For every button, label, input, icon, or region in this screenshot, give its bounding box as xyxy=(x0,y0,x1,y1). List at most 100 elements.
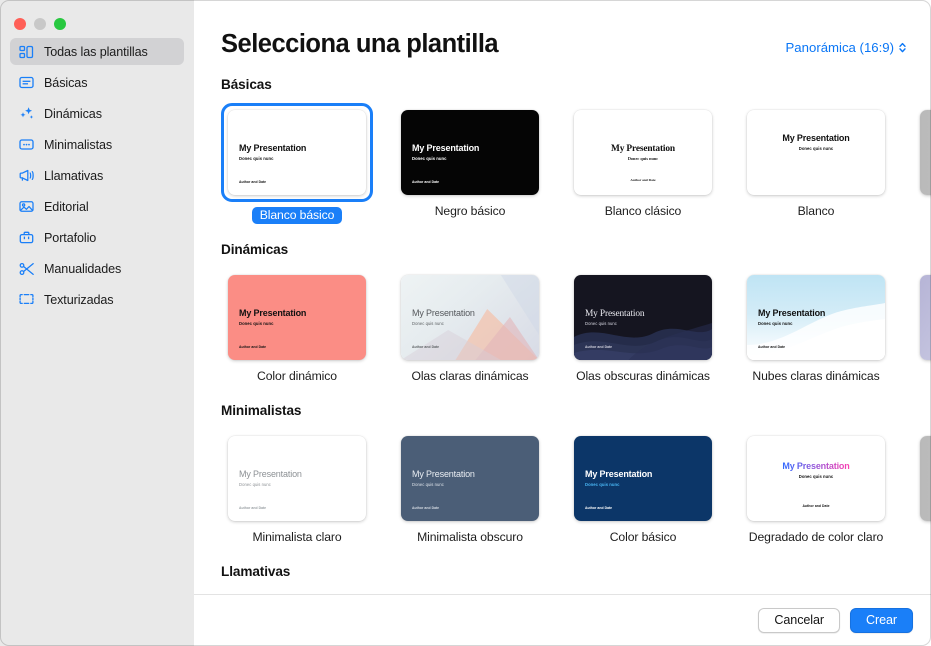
slide-title: My Presentation xyxy=(585,308,645,319)
slide-content: My Presentation Donec quis nunc Author a… xyxy=(401,436,539,521)
template-card-partial[interactable]: My Presentation Donec quis nunc Author a… xyxy=(913,268,931,385)
section-title: Dinámicas xyxy=(221,242,289,257)
template-label-row: Nubes claras dinámicas xyxy=(740,367,892,385)
window-controls xyxy=(0,0,194,36)
template-preview: My Presentation Donec quis nunc Author a… xyxy=(920,275,931,360)
slide-footer: Author and Date xyxy=(802,504,830,508)
sidebar-item-todas-las-plantillas[interactable]: Todas las plantillas xyxy=(10,38,184,65)
template-preview: My Presentation Donec quis nunc Author a… xyxy=(228,110,366,195)
template-label: Olas claras dinámicas xyxy=(411,369,529,383)
template-preview: My Presentation Donec quis nunc Author a… xyxy=(574,110,712,195)
template-chooser-window: Todas las plantillas Básicas Dinámicas M… xyxy=(0,0,931,646)
minimize-window-button[interactable] xyxy=(34,17,46,30)
template-card-olas-claras-dinamicas[interactable]: My Presentation Donec quis nunc Author a… xyxy=(394,268,546,385)
template-label-row: Color dinámico xyxy=(221,367,373,385)
template-preview: My Presentation Donec quis nunc Author a… xyxy=(228,275,366,360)
briefcase-icon xyxy=(18,229,35,246)
chevron-up-down-icon xyxy=(898,41,907,54)
slide-title: My Presentation xyxy=(412,142,480,153)
sidebar-item-manualidades[interactable]: Manualidades xyxy=(10,255,184,282)
template-card-minimalista-claro[interactable]: My Presentation Donec quis nunc Author a… xyxy=(221,429,373,546)
template-label-row: Minimalista obscuro xyxy=(394,528,546,546)
sidebar-item-editorial[interactable]: Editorial xyxy=(10,193,184,220)
template-card-negro-basico[interactable]: My Presentation Donec quis nunc Author a… xyxy=(394,103,546,224)
template-card-color-dinamico[interactable]: My Presentation Donec quis nunc Author a… xyxy=(221,268,373,385)
slide-subtitle: Donec quis nunc xyxy=(585,482,620,488)
slide-content: My Presentation Donec quis nunc Author a… xyxy=(747,275,885,360)
template-label: Color básico xyxy=(609,530,677,544)
template-preview xyxy=(920,436,931,521)
template-label-row: Blanco clásico xyxy=(567,202,719,220)
template-card-olas-obscuras-dinamicas[interactable]: My Presentation Donec quis nunc Author a… xyxy=(567,268,719,385)
close-window-button[interactable] xyxy=(14,17,26,30)
slide-content: My Presentation Donec quis nunc Author a… xyxy=(920,275,931,360)
slide-content: My Presentation Donec quis nunc xyxy=(747,110,885,195)
template-preview: My Presentation Donec quis nunc Author a… xyxy=(574,275,712,360)
sidebar-item-basicas[interactable]: Básicas xyxy=(10,69,184,96)
sidebar-list: Todas las plantillas Básicas Dinámicas M… xyxy=(0,38,194,313)
slide-subtitle: Donec quis nunc xyxy=(798,146,834,152)
template-label-row: Olas obscuras dinámicas xyxy=(567,367,719,385)
slide-content: My Presentation Donec quis nunc Author a… xyxy=(401,110,539,195)
slide-subtitle: Donec quis nunc xyxy=(239,482,271,488)
sidebar-item-llamativas[interactable]: Llamativas xyxy=(10,162,184,189)
template-preview: My Presentation Donec quis nunc Author a… xyxy=(747,436,885,521)
grid-blocks-icon xyxy=(18,43,35,60)
sidebar-item-label: Dinámicas xyxy=(44,106,102,121)
template-thumb-frame: My Presentation Donec quis nunc Author a… xyxy=(913,268,931,367)
template-scroll-area[interactable]: Selecciona una plantilla Panorámica (16:… xyxy=(194,0,931,594)
sidebar-item-minimalistas[interactable]: Minimalistas xyxy=(10,131,184,158)
template-label: Blanco básico xyxy=(251,207,343,224)
template-label: Negro básico xyxy=(434,204,506,218)
template-card-partial[interactable] xyxy=(913,429,931,546)
template-card-nubes-claras-dinamicas[interactable]: My Presentation Donec quis nunc Author a… xyxy=(740,268,892,385)
slide-title: My Presentation xyxy=(412,307,475,318)
template-thumb-frame xyxy=(913,103,931,202)
sidebar-item-portafolio[interactable]: Portafolio xyxy=(10,224,184,251)
slide-footer: Author and Date xyxy=(412,345,440,349)
section-title: Llamativas xyxy=(221,564,291,579)
page-title: Selecciona una plantilla xyxy=(221,30,499,58)
template-preview: My Presentation Donec quis nunc Author a… xyxy=(401,436,539,521)
template-card-blanco-clasico[interactable]: My Presentation Donec quis nunc Author a… xyxy=(567,103,719,224)
slide-subtitle: Donec quis nunc xyxy=(798,474,834,480)
slide-footer: Author and Date xyxy=(758,345,786,349)
slide-title: My Presentation xyxy=(758,307,826,318)
template-card-minimalista-obscuro[interactable]: My Presentation Donec quis nunc Author a… xyxy=(394,429,546,546)
slide-subtitle: Donec quis nunc xyxy=(412,156,447,162)
slide-title: My Presentation xyxy=(239,142,307,153)
sidebar-item-texturizadas[interactable]: Texturizadas xyxy=(10,286,184,313)
template-thumb-frame: My Presentation Donec quis nunc Author a… xyxy=(740,268,892,367)
template-label: Color dinámico xyxy=(257,369,337,383)
cancel-button[interactable]: Cancelar xyxy=(758,608,840,633)
slide-footer: Author and Date xyxy=(239,180,267,184)
template-card-blanco-basico[interactable]: My Presentation Donec quis nunc Author a… xyxy=(221,103,373,224)
section-title: Minimalistas xyxy=(221,403,302,418)
template-preview: My Presentation Donec quis nunc Author a… xyxy=(401,275,539,360)
template-card-partial[interactable] xyxy=(913,103,931,224)
template-label: Minimalista obscuro xyxy=(417,530,523,544)
sidebar-item-label: Texturizadas xyxy=(44,292,114,307)
template-label: Minimalista claro xyxy=(252,530,342,544)
aspect-ratio-dropdown[interactable]: Panorámica (16:9) xyxy=(786,40,907,55)
maximize-window-button[interactable] xyxy=(54,17,66,30)
photo-icon xyxy=(18,198,35,215)
template-preview xyxy=(920,110,931,195)
slide-footer: Author and Date xyxy=(585,506,613,510)
template-thumb-frame: My Presentation Donec quis nunc Author a… xyxy=(394,429,546,528)
aspect-ratio-label: Panorámica (16:9) xyxy=(785,40,894,55)
template-label-row: Color básico xyxy=(567,528,719,546)
slide-footer: Author and Date xyxy=(630,178,656,182)
template-card-blanco[interactable]: My Presentation Donec quis nunc Blanco xyxy=(740,103,892,224)
template-card-degradado-de-color-claro[interactable]: My Presentation Donec quis nunc Author a… xyxy=(740,429,892,546)
create-button[interactable]: Crear xyxy=(850,608,913,633)
sidebar-item-dinamicas[interactable]: Dinámicas xyxy=(10,100,184,127)
slide-subtitle: Donec quis nunc xyxy=(758,321,793,327)
template-card-color-basico[interactable]: My Presentation Donec quis nunc Author a… xyxy=(567,429,719,546)
slide-title: My Presentation xyxy=(782,133,850,143)
dashed-frame-icon xyxy=(18,291,35,308)
template-thumb-frame xyxy=(913,429,931,528)
slide-title: My Presentation xyxy=(611,143,675,154)
template-label: Nubes claras dinámicas xyxy=(752,369,880,383)
template-preview: My Presentation Donec quis nunc Author a… xyxy=(747,275,885,360)
